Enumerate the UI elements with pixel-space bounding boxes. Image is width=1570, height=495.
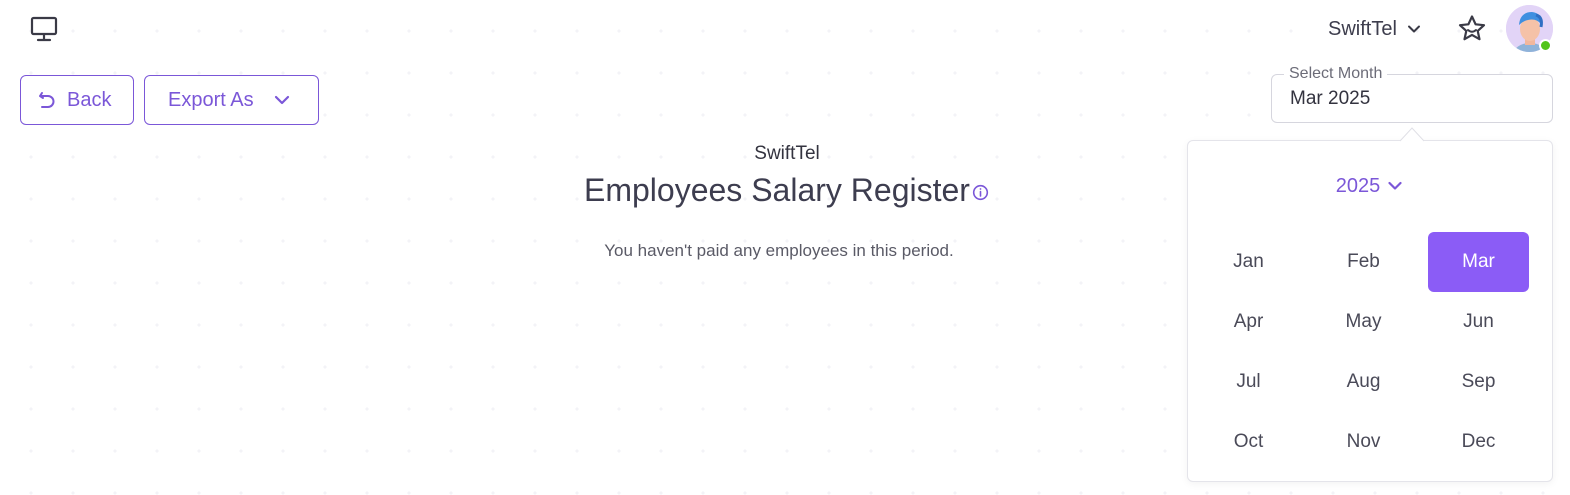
month-option-mar[interactable]: Mar — [1428, 232, 1529, 292]
desktop-monitor-icon[interactable] — [30, 16, 58, 42]
month-option-jul[interactable]: Jul — [1198, 352, 1299, 412]
month-option-may[interactable]: May — [1313, 292, 1414, 352]
select-month-field[interactable]: Select Month Mar 2025 — [1271, 65, 1553, 123]
company-switcher[interactable]: SwiftTel — [1328, 15, 1423, 43]
month-picker-popover: 2025 Jan Feb Mar Apr May Jun Jul Aug Sep Oct Nov De… — [1187, 140, 1553, 482]
month-option-jun[interactable]: Jun — [1428, 292, 1529, 352]
month-option-feb[interactable]: Feb — [1313, 232, 1414, 292]
online-status-indicator — [1539, 39, 1552, 52]
year-selector-label: 2025 — [1335, 174, 1381, 197]
select-month-value: Mar 2025 — [1290, 88, 1371, 109]
chevron-down-icon — [1407, 25, 1420, 33]
month-option-oct[interactable]: Oct — [1198, 412, 1299, 472]
back-button[interactable]: Back — [20, 75, 134, 125]
back-button-label: Back — [67, 88, 112, 111]
month-option-apr[interactable]: Apr — [1198, 292, 1299, 352]
chevron-down-icon — [1388, 181, 1402, 190]
popover-caret — [1400, 127, 1424, 142]
month-option-jan[interactable]: Jan — [1198, 232, 1299, 292]
month-grid: Jan Feb Mar Apr May Jun Jul Aug Sep Oct Nov Dec — [1198, 232, 1543, 472]
star-icon[interactable] — [1456, 13, 1488, 45]
month-option-nov[interactable]: Nov — [1313, 412, 1414, 472]
export-as-label: Export As — [168, 88, 254, 111]
month-option-dec[interactable]: Dec — [1428, 412, 1529, 472]
select-month-label: Select Month — [1284, 65, 1388, 83]
undo-arrow-icon — [39, 92, 55, 108]
info-icon[interactable] — [972, 184, 989, 201]
year-selector[interactable]: 2025 — [1188, 173, 1552, 199]
chevron-down-icon — [274, 95, 289, 105]
page-title: Employees Salary Register — [584, 172, 970, 208]
export-as-button[interactable]: Export As — [144, 75, 319, 125]
month-option-sep[interactable]: Sep — [1428, 352, 1529, 412]
month-option-aug[interactable]: Aug — [1313, 352, 1414, 412]
company-switcher-label: SwiftTel — [1328, 17, 1397, 40]
